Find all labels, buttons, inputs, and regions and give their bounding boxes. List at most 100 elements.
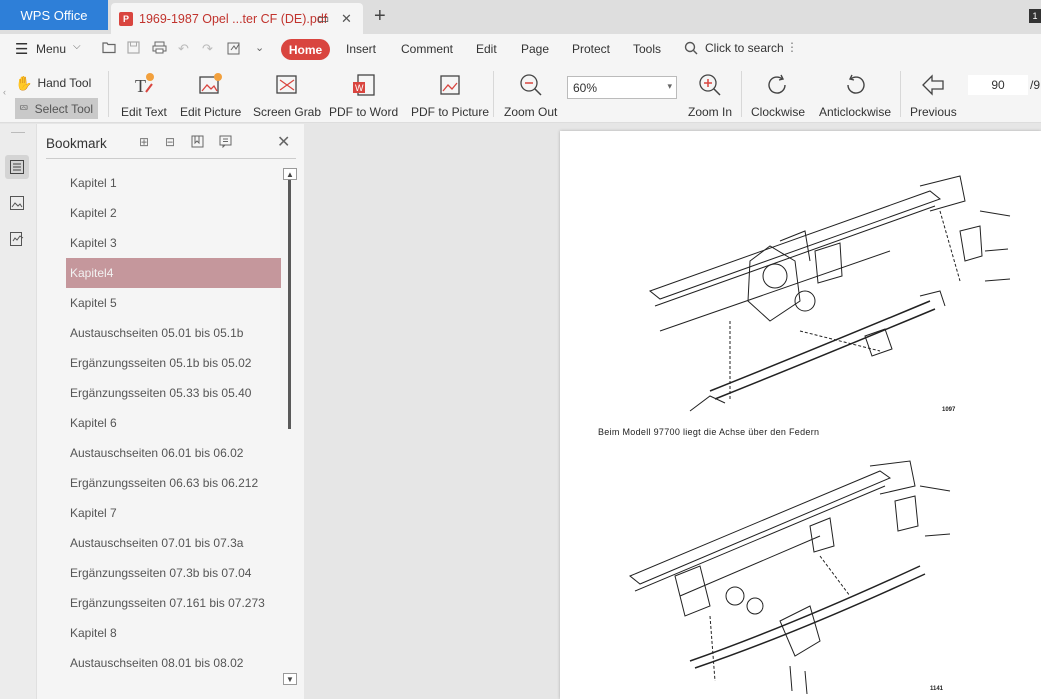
menu-button[interactable]: Menu	[36, 42, 66, 56]
strip-divider	[11, 132, 25, 133]
undo-icon[interactable]: ↶	[178, 41, 189, 57]
previous-page-button[interactable]: Previous	[910, 69, 957, 119]
bookmark-scrollbar[interactable]: ▲ ▼	[283, 168, 297, 691]
bookmark-item[interactable]: Kapitel 3	[66, 228, 281, 258]
figure-number: 1141	[930, 686, 944, 692]
zoom-level-select[interactable]: 60% ▾	[567, 76, 677, 99]
pdf-file-icon: P	[119, 11, 133, 26]
scroll-up-icon[interactable]: ▲	[283, 168, 297, 180]
zoom-in-icon	[697, 69, 723, 101]
bookmark-item[interactable]: Kapitel 1	[66, 168, 281, 198]
bookmark-item[interactable]: Austauschseiten 07.01 bis 07.3a	[66, 528, 281, 558]
zoom-level-value: 60%	[573, 80, 598, 95]
document-tab[interactable]: P 1969-1987 Opel ...ter CF (DE).pdf ▭ ✕	[111, 3, 363, 34]
window-restore-icon[interactable]: ▭	[317, 11, 329, 27]
tab-edit[interactable]: Edit	[476, 42, 497, 56]
bookmark-item[interactable]: Ergänzungsseiten 05.33 bis 05.40	[66, 378, 281, 408]
open-folder-icon[interactable]	[102, 41, 117, 57]
edit-text-button[interactable]: T Edit Text	[121, 69, 167, 119]
ribbon-toolbar: ‹ ✋ Hand Tool ⮹ Select Tool T Edit Text …	[0, 65, 1041, 123]
document-viewport[interactable]: Beim Modell 97700 liegt die Achse über d…	[304, 124, 1041, 699]
bookmark-list: Kapitel 1 Kapitel 2 Kapitel 3 Kapitel4 K…	[66, 168, 281, 678]
collapse-all-icon[interactable]: ⊟	[165, 135, 175, 149]
search-field[interactable]: Click to search	[705, 41, 784, 55]
panel-divider	[46, 158, 296, 159]
screen-grab-icon	[274, 69, 300, 101]
tab-tools[interactable]: Tools	[633, 42, 661, 56]
tab-protect[interactable]: Protect	[572, 42, 610, 56]
figure-number: 1097	[942, 407, 956, 413]
thumbnail-icon[interactable]	[5, 191, 29, 215]
bookmark-panel: Bookmark ⊞ ⊟ ✕ Kapitel 1 Kapitel 2 Kapit…	[36, 124, 304, 699]
zoom-out-button[interactable]: Zoom Out	[504, 69, 557, 119]
pdf-to-word-icon: W	[351, 69, 377, 101]
bookmark-item[interactable]: Kapitel 6	[66, 408, 281, 438]
cursor-arrow-icon: ⮹	[19, 101, 29, 115]
search-icon[interactable]	[684, 41, 698, 58]
rotate-anticlockwise-button[interactable]: Anticlockwise	[819, 69, 891, 119]
axle-diagram-top	[648, 175, 1011, 412]
chevron-down-icon[interactable]: ⌵	[73, 41, 81, 52]
arrow-left-icon	[920, 69, 946, 101]
bookmark-item[interactable]: Ergänzungsseiten 07.161 bis 07.273	[66, 588, 281, 618]
select-tool-button[interactable]: ⮹ Select Tool	[15, 98, 98, 119]
print-icon[interactable]	[152, 41, 167, 57]
bookmark-item[interactable]: Kapitel4	[66, 258, 281, 288]
bookmark-item[interactable]: Kapitel 8	[66, 618, 281, 648]
menu-bar: ☰ Menu ⌵ ↶ ↷ ⌄ Home Insert Comment Edit …	[0, 34, 1041, 65]
bookmark-item[interactable]: Ergänzungsseiten 05.1b bis 05.02	[66, 348, 281, 378]
hand-tool-label: Hand Tool	[37, 76, 92, 90]
hand-tool-button[interactable]: ✋ Hand Tool	[15, 73, 91, 93]
close-tab-icon[interactable]: ✕	[341, 11, 352, 27]
bookmark-item[interactable]: Austauschseiten 05.01 bis 05.1b	[66, 318, 281, 348]
wps-office-tab[interactable]: WPS Office	[0, 0, 108, 30]
close-panel-icon[interactable]: ✕	[277, 132, 290, 152]
zoom-in-button[interactable]: Zoom In	[688, 69, 732, 119]
toolbar-divider	[493, 71, 494, 117]
expand-all-icon[interactable]: ⊞	[139, 135, 149, 149]
screen-grab-button[interactable]: Screen Grab	[253, 69, 321, 119]
bookmark-item[interactable]: Kapitel 5	[66, 288, 281, 318]
clockwise-label: Clockwise	[751, 105, 806, 119]
pdf-to-word-label: PDF to Word	[329, 105, 399, 119]
redo-icon[interactable]: ↷	[202, 41, 213, 57]
export-icon[interactable]	[227, 41, 242, 58]
signature-icon[interactable]	[5, 227, 29, 251]
customize-dropdown-icon[interactable]: ⌄	[255, 41, 264, 54]
pdf-to-picture-label: PDF to Picture	[411, 105, 490, 119]
add-bookmark-icon[interactable]	[191, 135, 204, 151]
zoom-out-icon	[518, 69, 544, 101]
bookmark-item[interactable]: Kapitel 2	[66, 198, 281, 228]
bookmark-item[interactable]: Austauschseiten 06.01 bis 06.02	[66, 438, 281, 468]
delete-bookmark-icon[interactable]	[219, 135, 232, 151]
more-options-icon[interactable]: ⋮	[786, 40, 798, 54]
bookmark-item[interactable]: Ergänzungsseiten 06.63 bis 06.212	[66, 468, 281, 498]
hand-icon: ✋	[15, 74, 33, 91]
rotate-anticlockwise-icon	[842, 69, 868, 101]
tab-home[interactable]: Home	[281, 39, 330, 60]
edit-picture-button[interactable]: Edit Picture	[180, 69, 241, 119]
pdf-to-picture-icon	[437, 69, 463, 101]
figure-caption: Beim Modell 97700 liegt die Achse über d…	[598, 427, 820, 437]
tab-comment[interactable]: Comment	[401, 42, 453, 56]
hamburger-icon[interactable]: ☰	[15, 40, 28, 58]
new-tab-icon[interactable]: +	[374, 5, 386, 28]
pdf-to-picture-button[interactable]: PDF to Picture	[411, 69, 489, 119]
tab-page[interactable]: Page	[521, 42, 549, 56]
collapse-left-icon[interactable]: ‹	[3, 87, 6, 97]
bookmark-item[interactable]: Kapitel 7	[66, 498, 281, 528]
scrollbar-thumb[interactable]	[288, 180, 291, 429]
svg-text:T: T	[135, 76, 146, 96]
rotate-clockwise-button[interactable]: Clockwise	[751, 69, 805, 119]
screen-grab-label: Screen Grab	[253, 105, 322, 119]
pdf-to-word-button[interactable]: W PDF to Word	[329, 69, 398, 119]
dropdown-arrow-icon[interactable]: ▾	[667, 81, 672, 92]
save-icon[interactable]	[127, 41, 140, 57]
bookmark-item[interactable]: Austauschseiten 08.01 bis 08.02	[66, 648, 281, 678]
bookmark-list-icon[interactable]	[5, 155, 29, 179]
scroll-down-icon[interactable]: ▼	[283, 673, 297, 685]
bookmark-item[interactable]: Ergänzungsseiten 07.3b bis 07.04	[66, 558, 281, 588]
rotate-clockwise-icon	[765, 69, 791, 101]
tab-insert[interactable]: Insert	[346, 42, 376, 56]
page-number-input[interactable]: 90	[968, 75, 1028, 95]
